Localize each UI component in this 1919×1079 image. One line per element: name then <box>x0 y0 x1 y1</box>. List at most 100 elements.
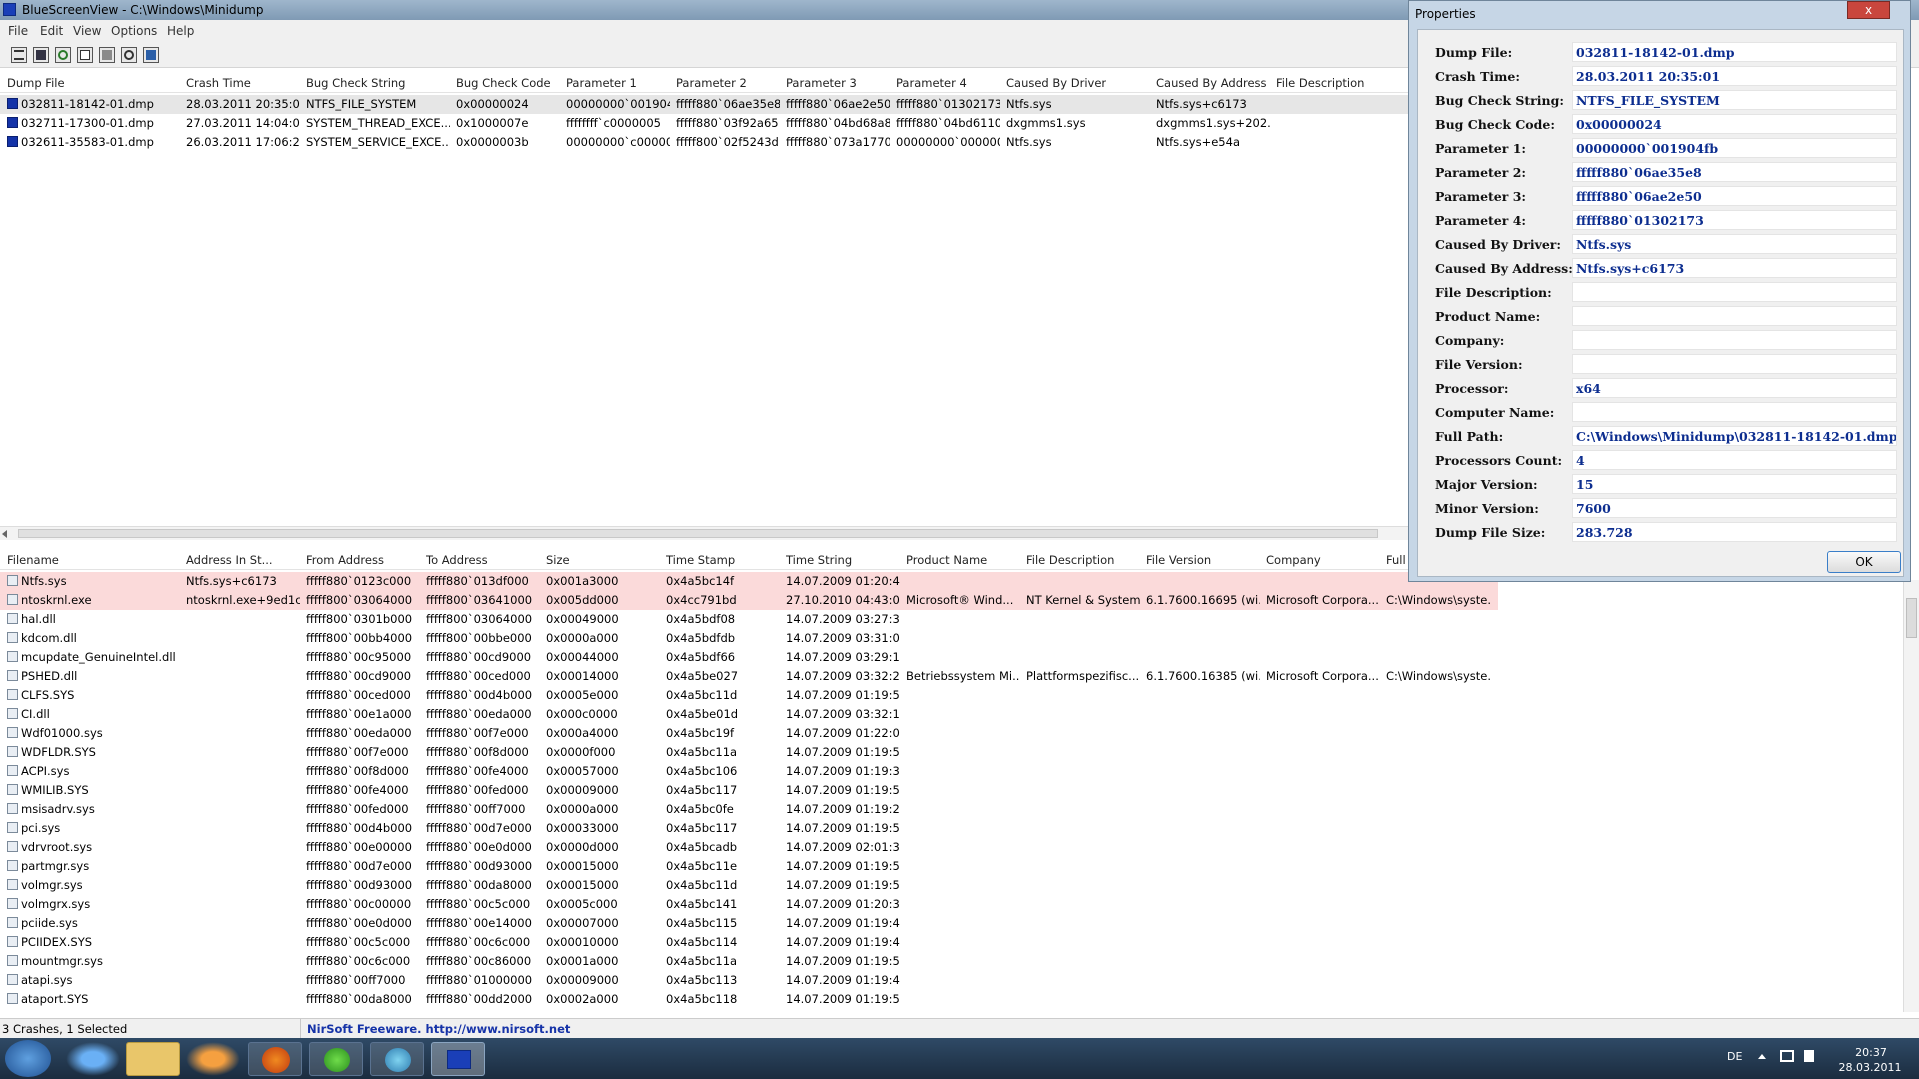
menu-options[interactable]: Options <box>111 24 157 38</box>
module-row[interactable]: msisadrv.sys fffff880`00fed000 fffff880`00… <box>0 800 1498 819</box>
module-row[interactable]: PCIIDEX.SYS fffff880`00c5c000 fffff880`00c… <box>0 933 1498 952</box>
column-header-address-in-st-[interactable]: Address In St... <box>186 553 273 567</box>
property-value[interactable]: fffff880`06ae35e8 <box>1572 162 1897 182</box>
scroll-left-icon[interactable] <box>2 530 7 538</box>
find-button[interactable] <box>121 47 137 63</box>
dump-row[interactable]: 032711-17300-01.dmp 27.03.2011 14:04:08 SY… <box>0 114 1410 133</box>
module-row[interactable]: ataport.SYS fffff880`00da8000 fffff880`00d… <box>0 990 1498 1009</box>
module-row[interactable]: mountmgr.sys fffff880`00c6c000 fffff880`00… <box>0 952 1498 971</box>
column-header-dump-file[interactable]: Dump File <box>7 76 65 90</box>
column-header-time-string[interactable]: Time String <box>786 553 852 567</box>
column-header-file-version[interactable]: File Version <box>1146 553 1211 567</box>
menu-edit[interactable]: Edit <box>40 24 63 38</box>
module-row[interactable]: volmgr.sys fffff880`00d93000 fffff880`00da… <box>0 876 1498 895</box>
exit-button[interactable] <box>143 47 159 63</box>
clock-time[interactable]: 20:37 <box>1841 1046 1901 1059</box>
network-icon[interactable] <box>1780 1050 1794 1062</box>
internet-explorer-icon[interactable] <box>66 1042 120 1076</box>
property-value[interactable]: 28.03.2011 20:35:01 <box>1572 66 1897 86</box>
module-row[interactable]: ntoskrnl.exe ntoskrnl.exe+9ed1c fffff800`0… <box>0 591 1498 610</box>
nirsoft-link[interactable]: NirSoft Freeware. http://www.nirsoft.net <box>307 1022 570 1036</box>
save-button[interactable] <box>33 47 49 63</box>
module-row[interactable]: kdcom.dll fffff800`00bb4000 fffff800`00bbe… <box>0 629 1498 648</box>
column-header-file-description[interactable]: File Description <box>1276 76 1364 90</box>
volume-icon[interactable] <box>1804 1050 1814 1062</box>
module-row[interactable]: pciide.sys fffff880`00e0d000 fffff880`00e1… <box>0 914 1498 933</box>
dump-row[interactable]: 032611-35583-01.dmp 26.03.2011 17:06:20 SY… <box>0 133 1410 152</box>
column-header-company[interactable]: Company <box>1266 553 1321 567</box>
property-value[interactable] <box>1572 330 1897 350</box>
properties-button[interactable] <box>11 47 27 63</box>
property-value[interactable]: 032811-18142-01.dmp <box>1572 42 1897 62</box>
dump-list-horizontal-scrollbar[interactable] <box>0 526 1410 540</box>
column-header-to-address[interactable]: To Address <box>426 553 488 567</box>
module-row[interactable]: Wdf01000.sys fffff880`00eda000 fffff880`00… <box>0 724 1498 743</box>
column-header-bug-check-string[interactable]: Bug Check String <box>306 76 406 90</box>
module-row[interactable]: CLFS.SYS fffff880`00ced000 fffff880`00d4b0… <box>0 686 1498 705</box>
property-value[interactable]: Ntfs.sys <box>1572 234 1897 254</box>
column-header-from-address[interactable]: From Address <box>306 553 384 567</box>
property-value[interactable]: 4 <box>1572 450 1897 470</box>
property-value[interactable]: 00000000`001904fb <box>1572 138 1897 158</box>
module-list-vertical-scrollbar[interactable] <box>1903 580 1919 1012</box>
property-value[interactable] <box>1572 306 1897 326</box>
column-header-parameter-2[interactable]: Parameter 2 <box>676 76 747 90</box>
module-row[interactable]: pci.sys fffff880`00d4b000 fffff880`00d7e00… <box>0 819 1498 838</box>
explorer-folder-icon[interactable] <box>126 1042 180 1076</box>
module-row[interactable]: volmgrx.sys fffff880`00c00000 fffff880`00c… <box>0 895 1498 914</box>
show-hidden-icons-icon[interactable] <box>1758 1054 1766 1059</box>
property-value[interactable]: Ntfs.sys+c6173 <box>1572 258 1897 278</box>
column-header-bug-check-code[interactable]: Bug Check Code <box>456 76 551 90</box>
module-row[interactable]: mcupdate_GenuineIntel.dll fffff880`00c950… <box>0 648 1498 667</box>
close-button[interactable]: x <box>1847 1 1890 19</box>
menu-help[interactable]: Help <box>167 24 194 38</box>
property-value[interactable]: 0x00000024 <box>1572 114 1897 134</box>
property-value[interactable] <box>1572 282 1897 302</box>
module-row[interactable]: hal.dll fffff800`0301b000 fffff800`0306400… <box>0 610 1498 629</box>
start-orb-icon[interactable] <box>5 1040 51 1077</box>
bluescreenview-icon[interactable] <box>431 1042 485 1076</box>
property-value[interactable]: 283.728 <box>1572 522 1897 542</box>
module-row[interactable]: atapi.sys fffff880`00ff7000 fffff880`01000… <box>0 971 1498 990</box>
messenger-icon[interactable] <box>370 1042 424 1076</box>
column-header-parameter-1[interactable]: Parameter 1 <box>566 76 637 90</box>
module-row[interactable]: PSHED.dll fffff880`00cd9000 fffff880`00ced… <box>0 667 1498 686</box>
scroll-thumb[interactable] <box>1906 598 1917 638</box>
module-row[interactable]: WDFLDR.SYS fffff880`00f7e000 fffff880`00f8… <box>0 743 1498 762</box>
column-header-full[interactable]: Full <box>1386 553 1406 567</box>
menu-view[interactable]: View <box>73 24 101 38</box>
scroll-thumb[interactable] <box>18 529 1378 538</box>
column-header-crash-time[interactable]: Crash Time <box>186 76 251 90</box>
property-value[interactable] <box>1572 354 1897 374</box>
property-value[interactable]: NTFS_FILE_SYSTEM <box>1572 90 1897 110</box>
module-row[interactable]: WMILIB.SYS fffff880`00fe4000 fffff880`00fe… <box>0 781 1498 800</box>
column-header-file-description[interactable]: File Description <box>1026 553 1114 567</box>
property-value[interactable]: C:\Windows\Minidump\032811-18142-01.dmp <box>1572 426 1897 446</box>
property-value[interactable] <box>1572 402 1897 422</box>
property-value[interactable]: fffff880`06ae2e50 <box>1572 186 1897 206</box>
icq-flower-icon[interactable] <box>309 1042 363 1076</box>
module-row[interactable]: Ntfs.sys Ntfs.sys+c6173 fffff880`0123c000 f… <box>0 572 1498 591</box>
column-header-time-stamp[interactable]: Time Stamp <box>666 553 735 567</box>
firefox-icon[interactable] <box>248 1042 302 1076</box>
column-header-caused-by-driver[interactable]: Caused By Driver <box>1006 76 1106 90</box>
copy-button[interactable] <box>77 47 93 63</box>
clock-date[interactable]: 28.03.2011 <box>1835 1061 1905 1074</box>
menu-file[interactable]: File <box>8 24 28 38</box>
property-value[interactable]: 7600 <box>1572 498 1897 518</box>
column-header-filename[interactable]: Filename <box>7 553 59 567</box>
refresh-button[interactable] <box>55 47 71 63</box>
column-header-parameter-3[interactable]: Parameter 3 <box>786 76 857 90</box>
dump-row[interactable]: 032811-18142-01.dmp 28.03.2011 20:35:01 NT… <box>0 95 1410 114</box>
module-row[interactable]: CI.dll fffff880`00e1a000 fffff880`00eda000… <box>0 705 1498 724</box>
column-header-caused-by-address[interactable]: Caused By Address <box>1156 76 1267 90</box>
column-header-parameter-4[interactable]: Parameter 4 <box>896 76 967 90</box>
module-row[interactable]: vdrvroot.sys fffff880`00e00000 fffff880`00… <box>0 838 1498 857</box>
column-header-product-name[interactable]: Product Name <box>906 553 987 567</box>
column-header-size[interactable]: Size <box>546 553 570 567</box>
html-report-button[interactable] <box>99 47 115 63</box>
module-row[interactable]: ACPI.sys fffff880`00f8d000 fffff880`00fe40… <box>0 762 1498 781</box>
property-value[interactable]: fffff880`01302173 <box>1572 210 1897 230</box>
media-player-icon[interactable] <box>186 1042 240 1076</box>
property-value[interactable]: x64 <box>1572 378 1897 398</box>
